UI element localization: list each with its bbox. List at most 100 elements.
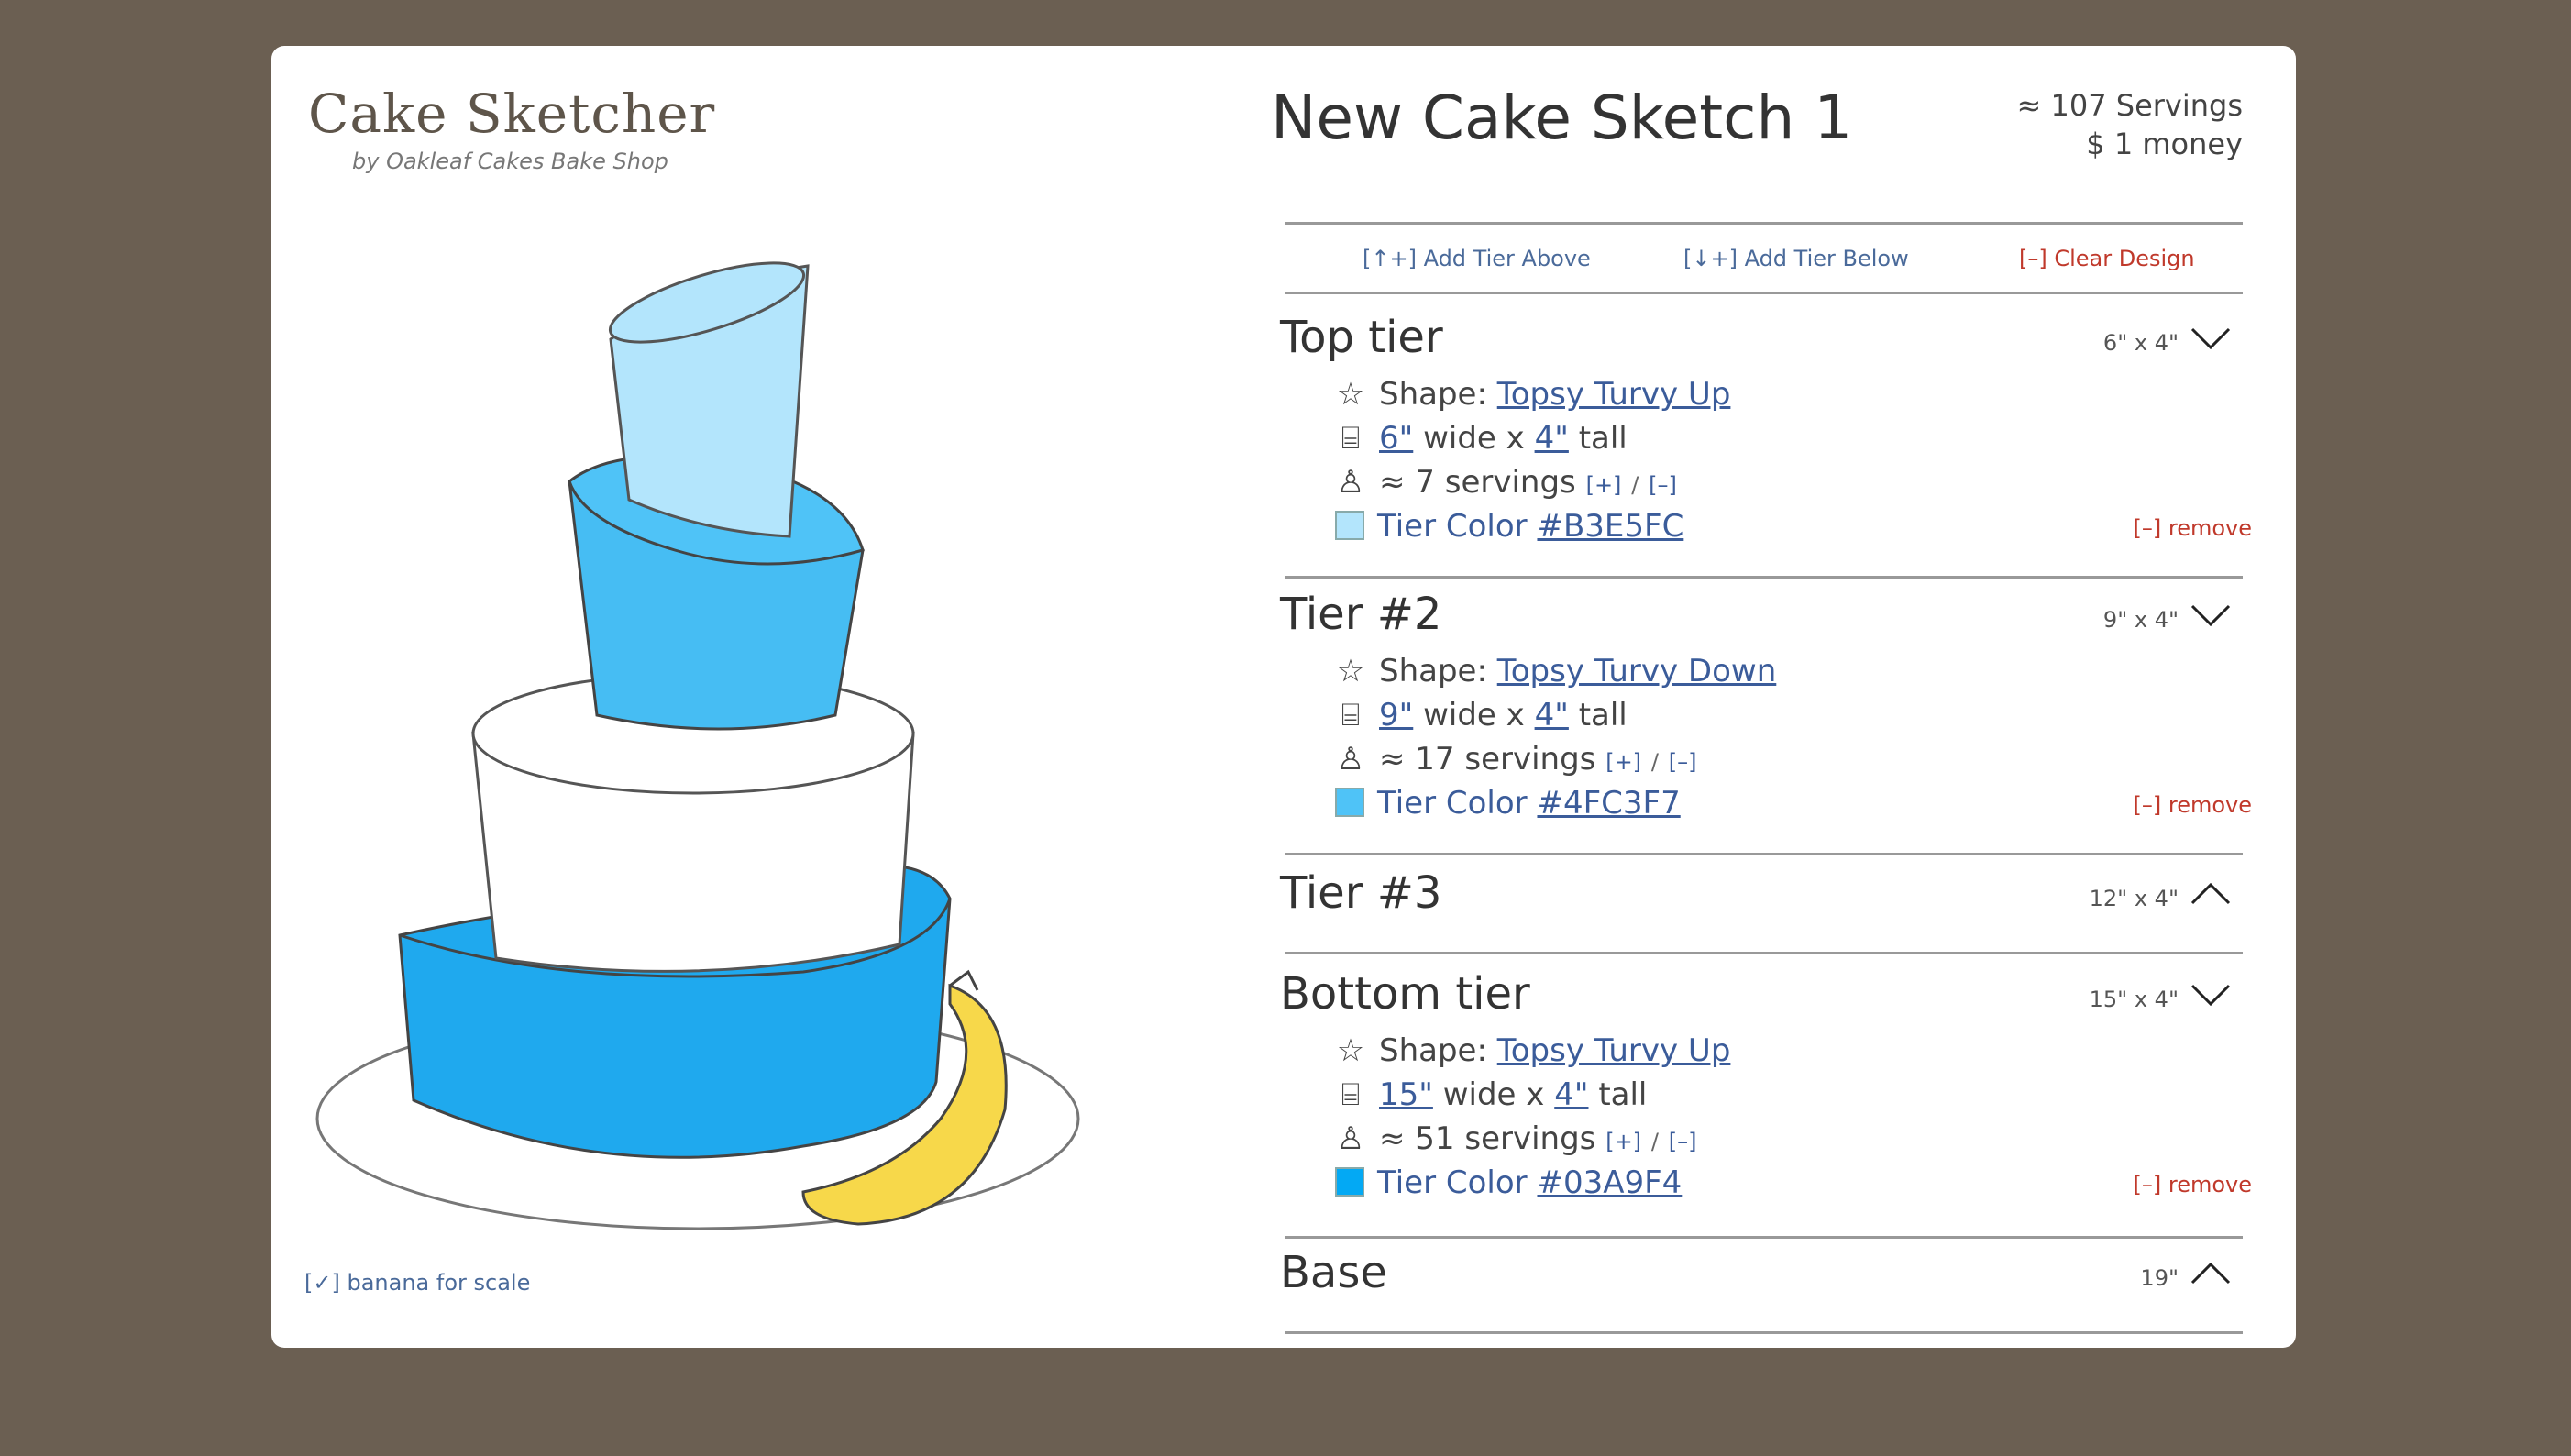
base-dims: 19": [2140, 1265, 2179, 1291]
color-link[interactable]: #03A9F4: [1537, 1164, 1682, 1201]
color-swatch[interactable]: [1335, 511, 1364, 540]
app-title: Cake Sketcher: [308, 83, 716, 145]
servings-row: ♙ ≈ 17 servings [+] / [–]: [1335, 741, 1697, 778]
servings-minus-button[interactable]: [–]: [1649, 472, 1677, 498]
shape-link[interactable]: Topsy Turvy Up: [1497, 1032, 1731, 1069]
remove-tier-button[interactable]: [–] remove: [2134, 1172, 2253, 1197]
cylinder-icon: ⌸: [1341, 697, 1361, 734]
wide-label: wide x: [1442, 1076, 1545, 1113]
banana-scale-toggle[interactable]: [✓] banana for scale: [304, 1270, 530, 1296]
app-byline: by Oakleaf Cakes Bake Shop: [352, 149, 668, 174]
slash: /: [1631, 472, 1639, 498]
tier-dims: 9" x 4": [2102, 607, 2179, 633]
color-swatch[interactable]: [1335, 1167, 1364, 1197]
remove-tier-button[interactable]: [–] remove: [2134, 515, 2253, 541]
size-row: ⌸ 15" wide x 4" tall: [1335, 1076, 1648, 1113]
width-link[interactable]: 6": [1379, 420, 1413, 457]
shape-label: Shape:: [1379, 1032, 1487, 1069]
add-tier-below-button[interactable]: [↓+] Add Tier Below: [1683, 246, 1909, 271]
shape-link[interactable]: Topsy Turvy Down: [1497, 653, 1777, 689]
servings-text: ≈ 51 servings: [1379, 1120, 1596, 1157]
tier-dims: 15" x 4": [2089, 987, 2179, 1012]
tier-dims: 6" x 4": [2102, 330, 2179, 356]
tall-label: tall: [1598, 1076, 1648, 1113]
tier-card-2: Tier #2 9" x 4" ☆ Shape: Topsy Turvy Down…: [1280, 589, 2252, 855]
tier-dims: 12" x 4": [2089, 886, 2179, 911]
add-tier-above-button[interactable]: [↑+] Add Tier Above: [1363, 246, 1591, 271]
servings-text: ≈ 7 servings: [1379, 464, 1576, 501]
servings-plus-button[interactable]: [+]: [1586, 472, 1622, 498]
app-card: Cake Sketcher by Oakleaf Cakes Bake Shop: [271, 46, 2296, 1348]
servings-plus-button[interactable]: [+]: [1605, 749, 1641, 775]
person-icon: ♙: [1336, 741, 1365, 778]
person-icon: ♙: [1336, 464, 1365, 501]
color-link[interactable]: #B3E5FC: [1537, 508, 1683, 545]
color-link[interactable]: #4FC3F7: [1537, 785, 1680, 822]
star-icon: ☆: [1336, 376, 1365, 413]
servings-minus-button[interactable]: [–]: [1669, 749, 1697, 775]
shape-label: Shape:: [1379, 653, 1487, 689]
clear-design-button[interactable]: [–] Clear Design: [2019, 246, 2195, 271]
base-title[interactable]: Base: [1280, 1247, 1387, 1298]
servings-plus-button[interactable]: [+]: [1605, 1129, 1641, 1154]
tier-title[interactable]: Top tier: [1280, 312, 1443, 363]
divider: [1286, 952, 2243, 954]
shape-link[interactable]: Topsy Turvy Up: [1497, 376, 1731, 413]
color-row: Tier Color #B3E5FC: [1335, 508, 1683, 545]
divider: [1286, 1236, 2243, 1239]
divider: [1286, 292, 2243, 294]
collapse-chevron-icon[interactable]: [2188, 325, 2234, 352]
tier-title[interactable]: Bottom tier: [1280, 968, 1530, 1020]
tall-label: tall: [1578, 697, 1628, 734]
slash: /: [1650, 1129, 1659, 1154]
wide-label: wide x: [1423, 697, 1525, 734]
color-label: Tier Color: [1377, 508, 1528, 545]
shape-label: Shape:: [1379, 376, 1487, 413]
height-link[interactable]: 4": [1554, 1076, 1588, 1113]
wide-label: wide x: [1423, 420, 1525, 457]
person-icon: ♙: [1336, 1120, 1365, 1157]
brand: Cake Sketcher by Oakleaf Cakes Bake Shop: [308, 83, 715, 174]
tier-card-top: Top tier 6" x 4" ☆ Shape: Topsy Turvy Up …: [1280, 312, 2252, 578]
color-swatch[interactable]: [1335, 788, 1364, 817]
collapse-chevron-icon[interactable]: [2188, 601, 2234, 629]
action-bar: [↑+] Add Tier Above [↓+] Add Tier Below …: [1271, 246, 2252, 282]
shape-row: ☆ Shape: Topsy Turvy Down: [1335, 653, 1777, 689]
color-row: Tier Color #03A9F4: [1335, 1164, 1682, 1201]
collapse-chevron-icon[interactable]: [2188, 981, 2234, 1009]
remove-tier-button[interactable]: [–] remove: [2134, 792, 2253, 818]
shape-row: ☆ Shape: Topsy Turvy Up: [1335, 376, 1731, 413]
divider: [1286, 1331, 2243, 1334]
total-servings: ≈ 107 Servings: [2016, 88, 2243, 123]
height-link[interactable]: 4": [1535, 420, 1569, 457]
top-tier-shape: [608, 261, 810, 538]
color-row: Tier Color #4FC3F7: [1335, 785, 1681, 822]
servings-minus-button[interactable]: [–]: [1669, 1129, 1697, 1154]
shape-row: ☆ Shape: Topsy Turvy Up: [1335, 1032, 1731, 1069]
tier-title[interactable]: Tier #3: [1280, 867, 1441, 919]
color-label: Tier Color: [1377, 785, 1528, 822]
divider: [1286, 576, 2243, 579]
tier-panel: New Cake Sketch 1 ≈ 107 Servings $ 1 mon…: [1271, 83, 2270, 1339]
servings-row: ♙ ≈ 51 servings [+] / [–]: [1335, 1120, 1697, 1157]
slash: /: [1650, 749, 1659, 775]
servings-text: ≈ 17 servings: [1379, 741, 1596, 778]
tall-label: tall: [1578, 420, 1628, 457]
size-row: ⌸ 9" wide x 4" tall: [1335, 697, 1628, 734]
divider: [1286, 853, 2243, 855]
tier-title[interactable]: Tier #2: [1280, 589, 1441, 640]
servings-row: ♙ ≈ 7 servings [+] / [–]: [1335, 464, 1677, 501]
height-link[interactable]: 4": [1535, 697, 1569, 734]
total-price: $ 1 money: [2086, 127, 2243, 161]
cylinder-icon: ⌸: [1341, 1076, 1361, 1113]
star-icon: ☆: [1336, 1032, 1365, 1069]
star-icon: ☆: [1336, 653, 1365, 689]
expand-chevron-icon[interactable]: [2188, 1260, 2234, 1287]
color-label: Tier Color: [1377, 1164, 1528, 1201]
size-row: ⌸ 6" wide x 4" tall: [1335, 420, 1628, 457]
width-link[interactable]: 9": [1379, 697, 1413, 734]
divider: [1286, 222, 2243, 225]
width-link[interactable]: 15": [1379, 1076, 1433, 1113]
expand-chevron-icon[interactable]: [2188, 880, 2234, 908]
sketch-title[interactable]: New Cake Sketch 1: [1271, 83, 1852, 153]
